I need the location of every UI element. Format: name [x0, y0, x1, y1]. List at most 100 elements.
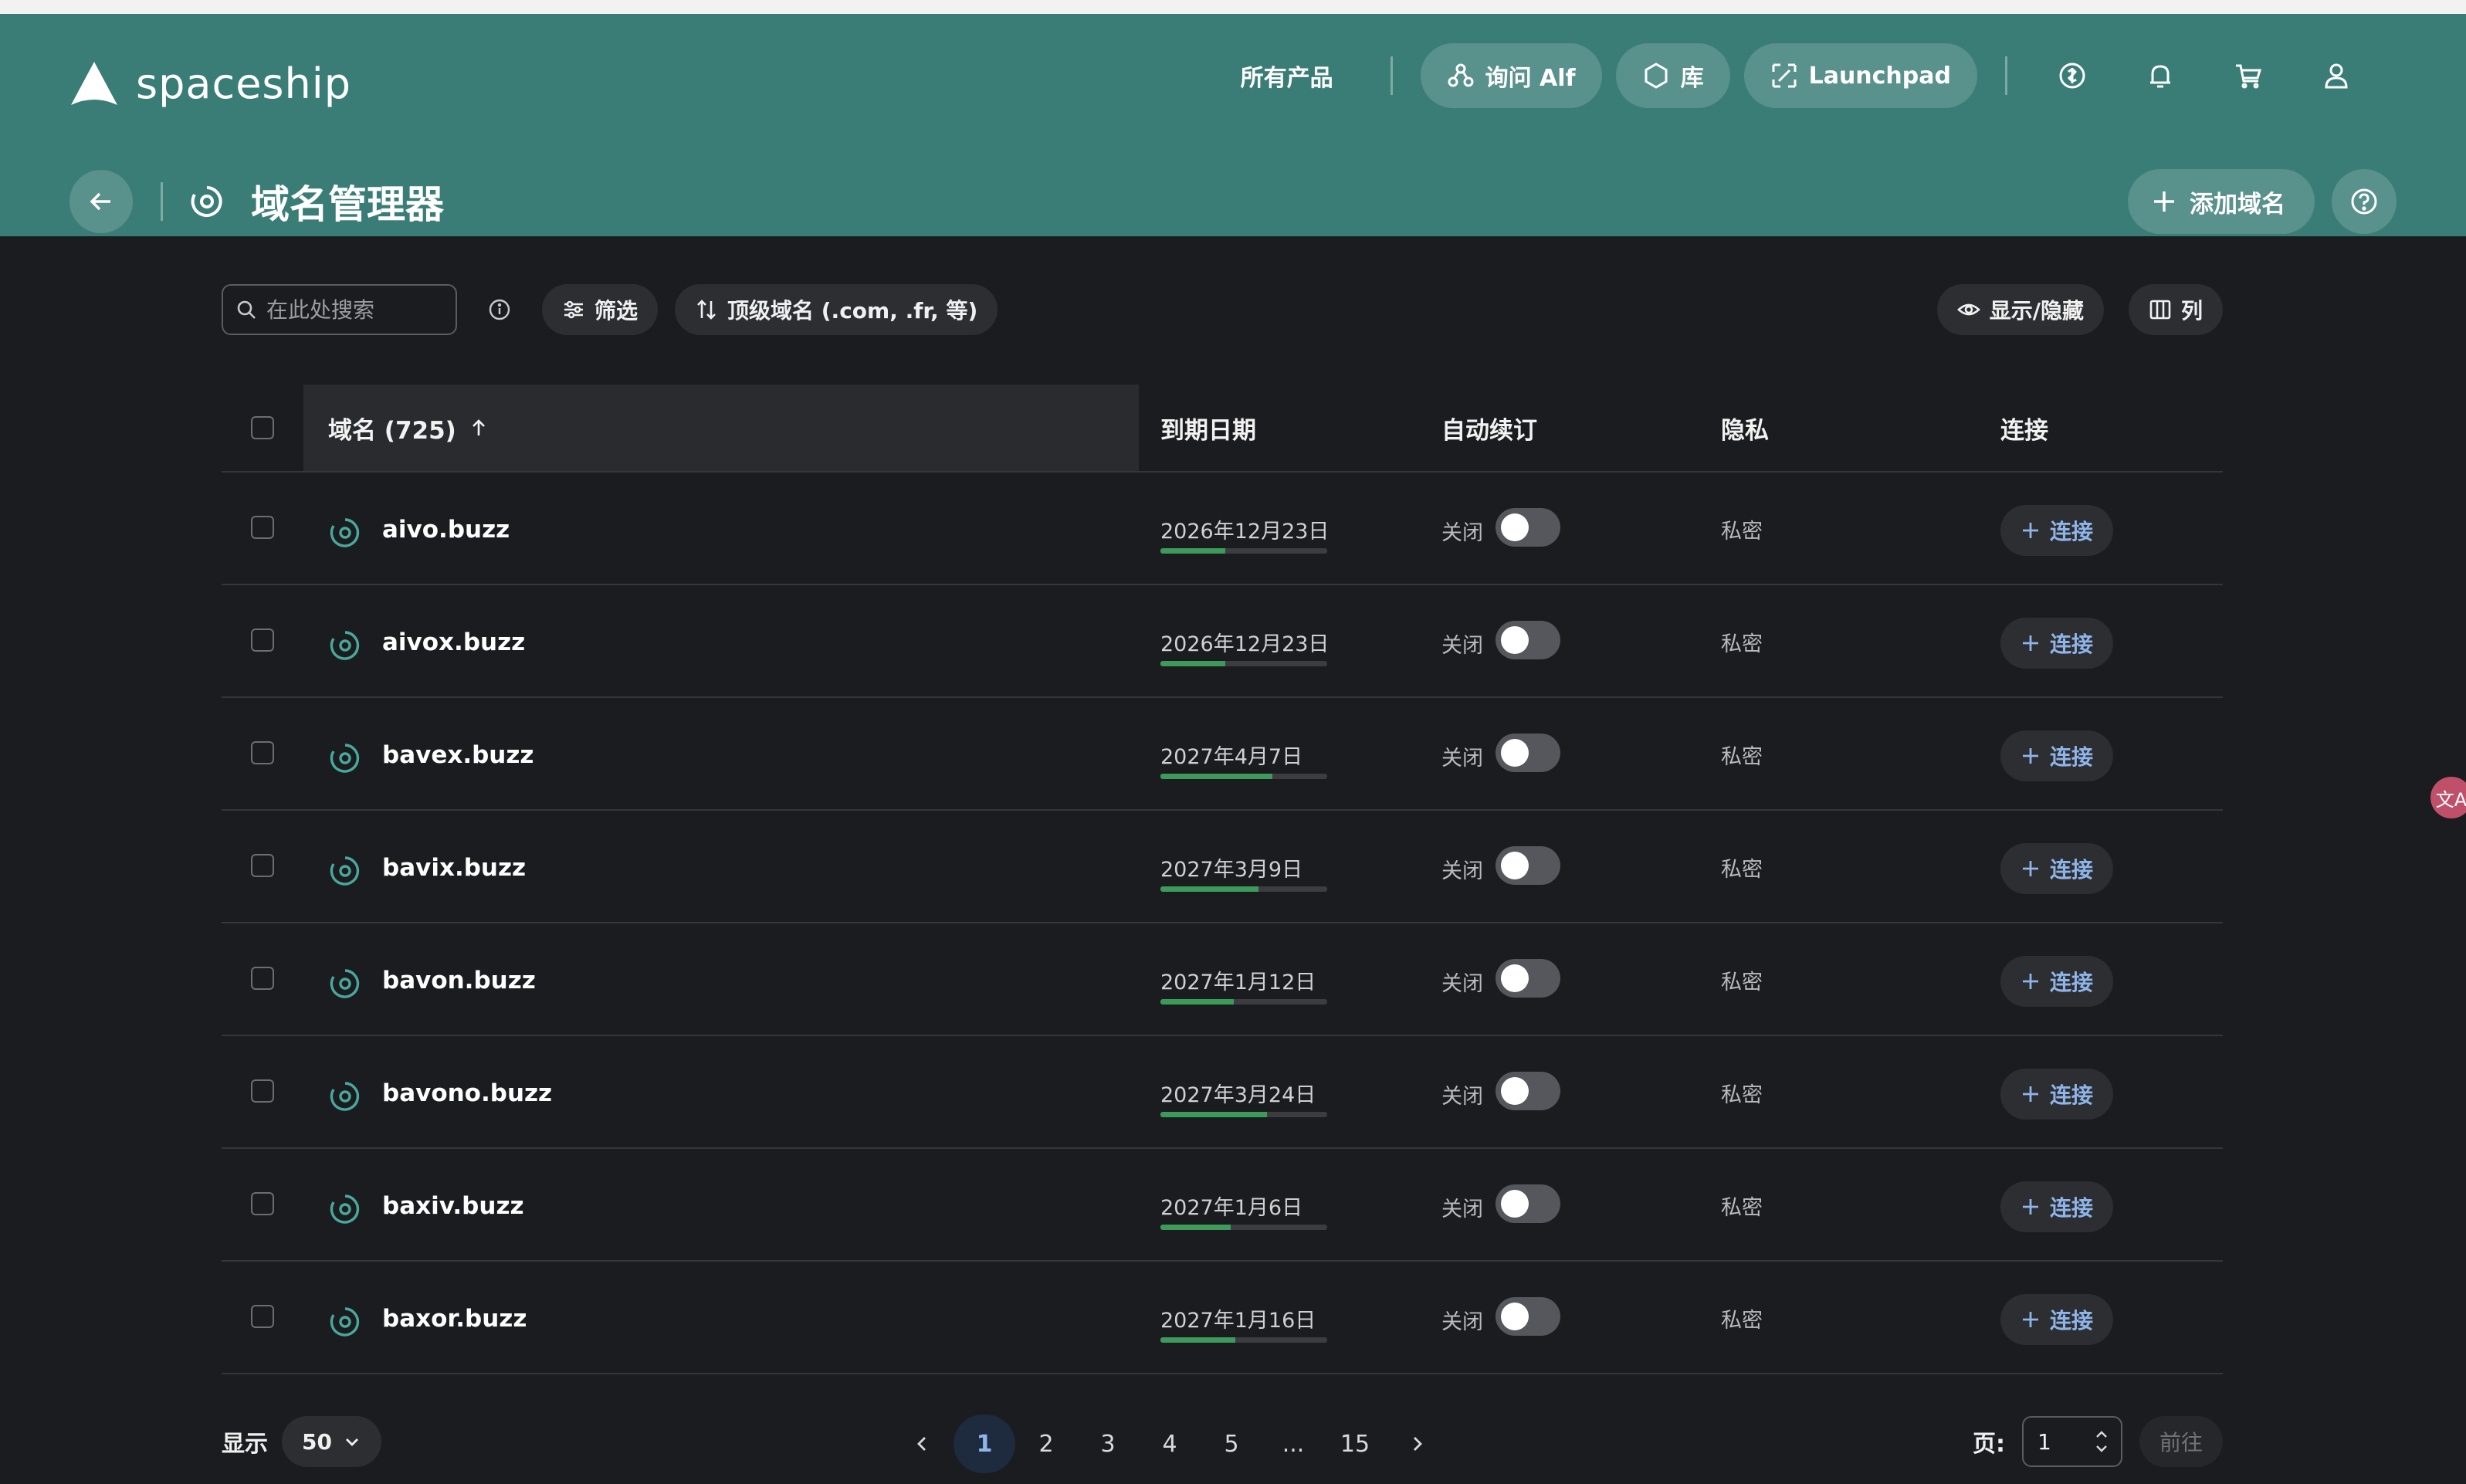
- brand-name: spaceship: [136, 59, 352, 108]
- expiry-progress-fill: [1160, 661, 1226, 666]
- eye-icon: [1956, 303, 1980, 316]
- auto-renew-toggle[interactable]: [1496, 959, 1560, 998]
- expiry-progress-fill: [1160, 886, 1259, 892]
- launchpad-label: Launchpad: [1808, 62, 1951, 90]
- billing-button[interactable]: [2035, 43, 2109, 108]
- auto-renew-toggle[interactable]: [1496, 734, 1560, 772]
- header-expiry[interactable]: 到期日期: [1160, 411, 1256, 446]
- header-auto-renew[interactable]: 自动续订: [1441, 411, 1537, 446]
- go-button[interactable]: 前往: [2139, 1416, 2223, 1467]
- header-privacy[interactable]: 隐私: [1721, 411, 1769, 446]
- domain-name-link[interactable]: baxiv.buzz: [382, 1192, 524, 1220]
- auto-renew-toggle[interactable]: [1496, 846, 1560, 885]
- domain-name-link[interactable]: aivox.buzz: [382, 628, 525, 656]
- back-button[interactable]: [69, 170, 133, 233]
- connect-button[interactable]: 连接: [2000, 618, 2114, 669]
- auto-renew-toggle[interactable]: [1496, 508, 1560, 547]
- table-row[interactable]: aivo.buzz 2026年12月23日 关闭 私密 连接: [222, 473, 2223, 585]
- table-row[interactable]: bavono.buzz 2027年3月24日 关闭 私密 连接: [222, 1036, 2223, 1149]
- library-button[interactable]: 库: [1615, 43, 1730, 108]
- chevron-left-button[interactable]: [892, 1415, 954, 1473]
- chevron-right-button[interactable]: [1386, 1415, 1448, 1473]
- header-connect[interactable]: 连接: [2000, 411, 2048, 446]
- domain-name-link[interactable]: bavix.buzz: [382, 854, 526, 882]
- add-domain-button[interactable]: 添加域名: [2128, 169, 2315, 234]
- search-input[interactable]: [266, 296, 436, 323]
- per-page-select[interactable]: 50: [282, 1416, 381, 1467]
- connect-button[interactable]: 连接: [2000, 730, 2114, 781]
- connect-button[interactable]: 连接: [2000, 1069, 2114, 1120]
- row-checkbox[interactable]: [251, 1079, 274, 1103]
- auto-renew-toggle[interactable]: [1496, 621, 1560, 659]
- auto-renew-status: 关闭: [1441, 1198, 1483, 1221]
- filter-button[interactable]: 筛选: [542, 284, 659, 335]
- page-button[interactable]: 3: [1077, 1415, 1139, 1473]
- tld-sort-button[interactable]: 顶级域名 (.com, .fr, 等): [675, 284, 998, 335]
- launchpad-button[interactable]: Launchpad: [1743, 43, 1977, 108]
- page-actions: 添加域名: [2128, 169, 2397, 234]
- search-info-button[interactable]: [474, 284, 525, 335]
- row-checkbox[interactable]: [251, 854, 274, 877]
- header-domain[interactable]: 域名 (725): [328, 411, 489, 446]
- expiry-progress-fill: [1160, 1225, 1231, 1230]
- show-hide-button[interactable]: 显示/隐藏: [1936, 284, 2104, 335]
- filter-sliders-icon: [564, 300, 583, 319]
- cart-icon: [2236, 64, 2262, 89]
- help-button[interactable]: [2332, 169, 2397, 234]
- select-all-checkbox[interactable]: [251, 416, 274, 439]
- auto-renew-toggle[interactable]: [1496, 1072, 1560, 1110]
- sort-ascending-icon: [472, 419, 485, 435]
- auto-renew-toggle[interactable]: [1496, 1297, 1560, 1336]
- domain-name-link[interactable]: aivo.buzz: [382, 516, 510, 544]
- page-button[interactable]: 2: [1015, 1415, 1077, 1473]
- page-number-input[interactable]: 1: [2021, 1416, 2122, 1467]
- domain-name-link[interactable]: bavono.buzz: [382, 1079, 552, 1107]
- domain-name-link[interactable]: baxor.buzz: [382, 1305, 527, 1333]
- brand-logo[interactable]: spaceship: [69, 53, 351, 114]
- table-row[interactable]: baxor.buzz 2027年1月16日 关闭 私密 连接: [222, 1262, 2223, 1374]
- table-row[interactable]: aivox.buzz 2026年12月23日 关闭 私密 连接: [222, 585, 2223, 698]
- page-button[interactable]: 1: [954, 1415, 1015, 1473]
- columns-icon: [2149, 300, 2171, 320]
- auto-renew-toggle[interactable]: [1496, 1184, 1560, 1223]
- table-row[interactable]: baxiv.buzz 2027年1月6日 关闭 私密 连接: [222, 1149, 2223, 1262]
- stepper-arrows-icon[interactable]: [2093, 1428, 2110, 1455]
- notifications-button[interactable]: [2123, 43, 2197, 108]
- domain-name-link[interactable]: bavex.buzz: [382, 741, 534, 769]
- table-footer: 显示 50 1 2 3 4 5... 15 页: 1 前往: [222, 1415, 2223, 1473]
- auto-renew-status: 关闭: [1441, 521, 1483, 545]
- translate-float-button[interactable]: 文A: [2430, 777, 2466, 818]
- ask-alf-button[interactable]: 询问 Alf: [1420, 43, 1602, 108]
- page-button[interactable]: 4: [1139, 1415, 1201, 1473]
- privacy-status: 私密: [1721, 1083, 1763, 1107]
- domain-name-link[interactable]: bavon.buzz: [382, 967, 536, 994]
- expiry-progress-bar: [1160, 1112, 1327, 1117]
- row-checkbox[interactable]: [251, 1305, 274, 1328]
- row-checkbox[interactable]: [251, 628, 274, 652]
- row-checkbox[interactable]: [251, 967, 274, 990]
- table-row[interactable]: bavon.buzz 2027年1月12日 关闭 私密 连接: [222, 923, 2223, 1036]
- connect-button[interactable]: 连接: [2000, 1181, 2114, 1232]
- search-box[interactable]: [222, 284, 457, 335]
- arrow-left-icon: [90, 192, 110, 211]
- table-row[interactable]: bavix.buzz 2027年3月9日 关闭 私密 连接: [222, 811, 2223, 923]
- account-button[interactable]: [2299, 43, 2373, 108]
- table-row[interactable]: bavex.buzz 2027年4月7日 关闭 私密 连接: [222, 698, 2223, 811]
- connect-button[interactable]: 连接: [2000, 956, 2114, 1007]
- chevron-right-icon: [1414, 1437, 1422, 1451]
- cart-button[interactable]: [2211, 43, 2285, 108]
- connect-button[interactable]: 连接: [2000, 505, 2114, 556]
- row-checkbox[interactable]: [251, 516, 274, 539]
- all-products-link[interactable]: 所有产品: [1241, 59, 1363, 93]
- alf-icon: [1448, 63, 1474, 87]
- page-button[interactable]: 15: [1324, 1415, 1386, 1473]
- connect-button[interactable]: 连接: [2000, 1294, 2114, 1345]
- page-button[interactable]: 5: [1201, 1415, 1262, 1473]
- row-checkbox[interactable]: [251, 1192, 274, 1215]
- columns-button[interactable]: 列: [2128, 284, 2223, 335]
- select-all-checkbox-wrap: [251, 416, 274, 439]
- connect-button[interactable]: 连接: [2000, 843, 2114, 894]
- row-checkbox[interactable]: [251, 741, 274, 764]
- connect-label: 连接: [2050, 970, 2094, 995]
- connect-label: 连接: [2050, 744, 2094, 770]
